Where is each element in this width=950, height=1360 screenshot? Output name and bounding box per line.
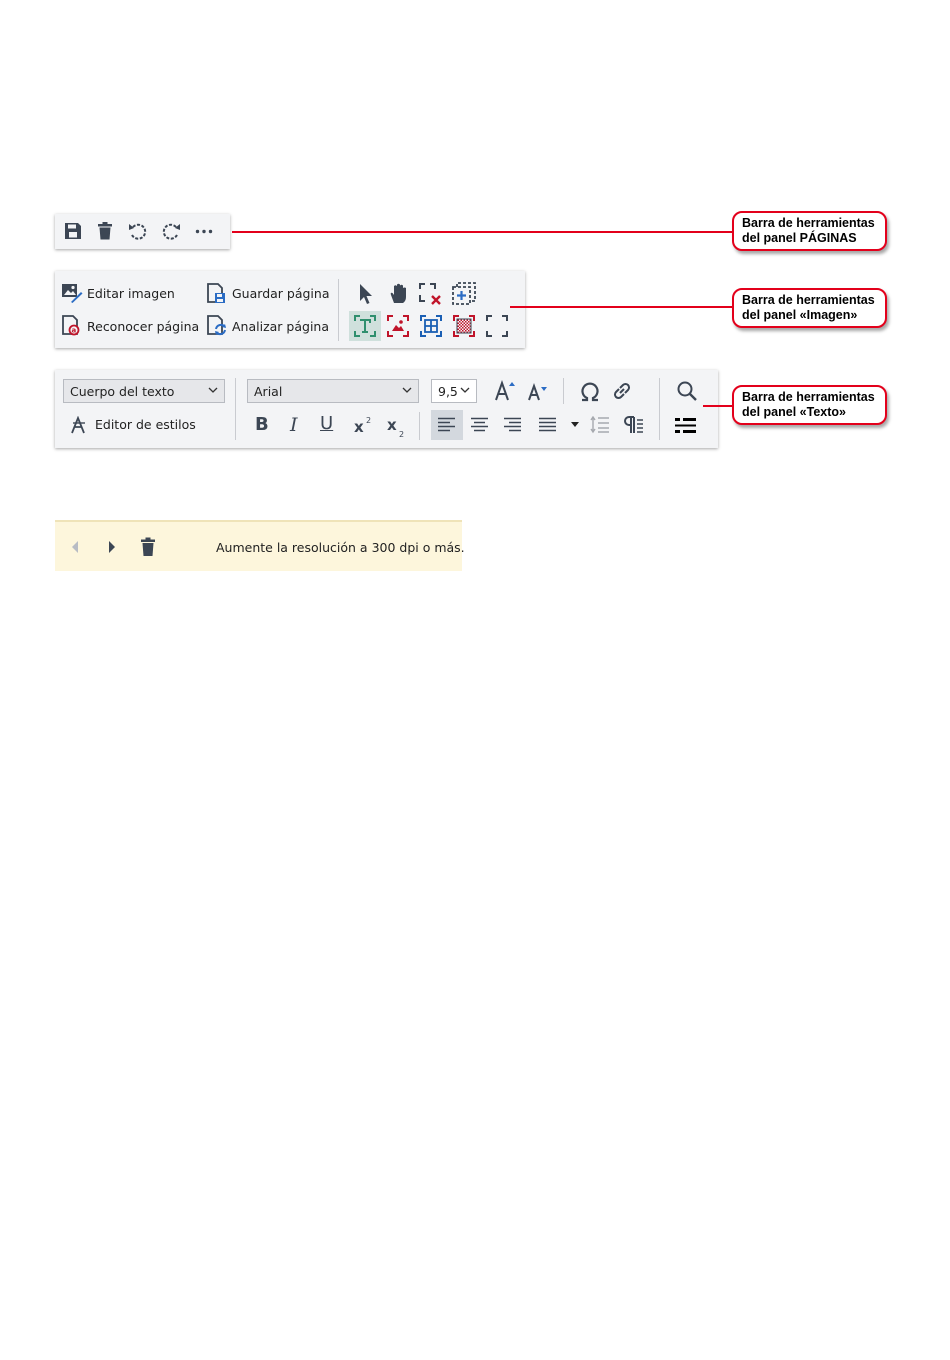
search-icon[interactable] [676, 380, 698, 402]
font-size-value: 9,5 [438, 384, 458, 399]
save-page-icon [207, 283, 225, 303]
callout-image-toolbar: Barra de herramientas del panel «Imagen» [732, 288, 887, 328]
analyze-page-button[interactable]: Analizar página [232, 319, 329, 334]
svg-text:x: x [354, 418, 364, 435]
decrease-font-icon[interactable] [527, 382, 549, 402]
chevron-down-icon [402, 387, 412, 393]
callout-line-pages [232, 231, 734, 233]
superscript-icon[interactable]: x 2 [353, 415, 375, 435]
callout-image-text: Barra de herramientas del panel «Imagen» [742, 293, 875, 322]
warning-message: Aumente la resolución a 300 dpi o más. [216, 540, 465, 555]
style-editor-icon [71, 416, 85, 434]
background-picture-area-icon[interactable] [453, 315, 475, 337]
svg-text:x: x [387, 416, 397, 434]
edit-image-button[interactable]: Editar imagen [87, 286, 175, 301]
pointer-icon[interactable] [357, 283, 373, 305]
subscript-icon[interactable]: x 2 [386, 415, 408, 439]
recognition-area-icon[interactable] [486, 315, 508, 337]
picture-area-icon[interactable] [387, 315, 409, 337]
save-icon[interactable] [64, 222, 82, 240]
toolbar-separator [419, 412, 420, 440]
toolbar-separator [563, 378, 564, 404]
text-toolbar: Cuerpo del texto Editor de estilos Arial… [55, 370, 718, 448]
toolbar-separator [338, 279, 339, 341]
undo-icon[interactable] [128, 222, 148, 240]
previous-icon[interactable] [70, 540, 80, 554]
save-page-button[interactable]: Guardar página [232, 286, 329, 301]
more-icon[interactable] [195, 229, 213, 234]
callout-text-text: Barra de herramientas del panel «Texto» [742, 390, 875, 419]
underline-icon[interactable]: U [320, 413, 333, 434]
svg-text:a: a [72, 327, 77, 335]
increase-font-icon[interactable] [494, 380, 516, 402]
align-left-icon[interactable] [438, 417, 456, 433]
recognize-page-icon: a [62, 315, 80, 336]
delete-icon[interactable] [97, 222, 113, 240]
recognize-page-button[interactable]: Reconocer página [87, 319, 199, 334]
align-center-icon[interactable] [471, 417, 489, 433]
link-icon[interactable] [611, 380, 633, 402]
list-icon[interactable] [675, 418, 697, 434]
font-size-select[interactable]: 9,5 [431, 379, 477, 403]
style-select-value: Cuerpo del texto [70, 384, 175, 399]
pages-toolbar [55, 214, 230, 249]
edit-image-icon [62, 284, 83, 303]
italic-icon[interactable]: I [290, 414, 298, 436]
delete-icon[interactable] [140, 537, 156, 557]
special-character-icon[interactable] [579, 380, 601, 402]
table-area-icon[interactable] [420, 315, 442, 337]
add-area-icon[interactable] [452, 282, 476, 306]
callout-pages-toolbar: Barra de herramientas del panel PÁGINAS [732, 211, 887, 251]
next-icon[interactable] [107, 540, 117, 554]
bold-icon[interactable]: B [255, 414, 269, 435]
callout-text-toolbar: Barra de herramientas del panel «Texto» [732, 385, 887, 425]
toolbar-separator [235, 378, 236, 440]
font-select-value: Arial [254, 384, 283, 399]
callout-pages-text: Barra de herramientas del panel PÁGINAS [742, 216, 875, 245]
font-select[interactable]: Arial [247, 379, 419, 403]
callout-line-text [703, 405, 734, 407]
callout-line-image [510, 306, 734, 308]
svg-text:2: 2 [366, 416, 371, 425]
analyze-page-icon [207, 315, 226, 336]
style-select[interactable]: Cuerpo del texto [63, 379, 225, 403]
delete-area-icon[interactable] [419, 283, 443, 305]
caret-down-icon[interactable] [570, 421, 580, 429]
chevron-down-icon [208, 387, 218, 393]
style-editor-button[interactable]: Editor de estilos [95, 417, 196, 432]
text-area-icon[interactable] [354, 315, 376, 337]
chevron-down-icon [460, 387, 470, 393]
image-toolbar: Editar imagen a Reconocer página Guardar… [55, 271, 525, 348]
line-spacing-icon[interactable] [590, 416, 610, 434]
svg-text:2: 2 [399, 430, 404, 439]
hand-icon[interactable] [388, 282, 410, 304]
justify-icon[interactable] [539, 417, 557, 433]
align-right-icon[interactable] [504, 417, 522, 433]
toolbar-separator [659, 378, 660, 440]
paragraph-icon[interactable] [622, 415, 644, 435]
redo-icon[interactable] [161, 222, 181, 240]
warning-bar: Aumente la resolución a 300 dpi o más. [55, 520, 465, 571]
